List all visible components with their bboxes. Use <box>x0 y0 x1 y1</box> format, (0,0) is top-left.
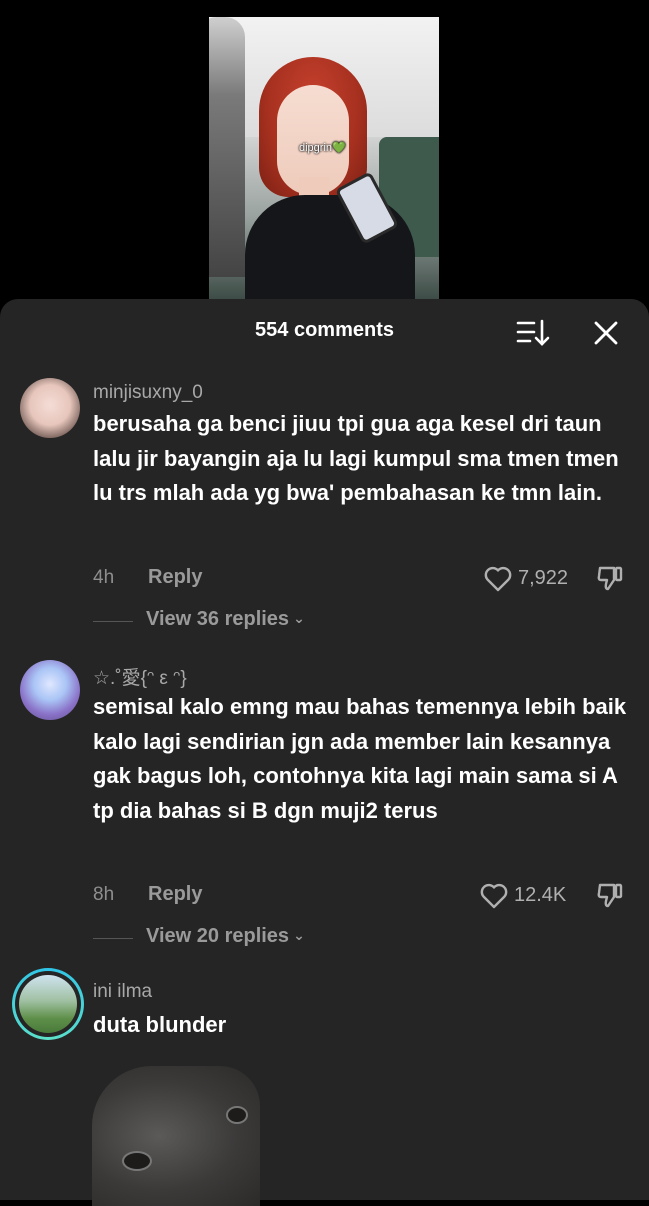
avatar[interactable] <box>20 378 80 438</box>
comments-count-title: 554 comments <box>255 319 394 341</box>
comment-text: berusaha ga benci jiuu tpi gua aga kesel… <box>93 411 619 505</box>
video-thumbnail[interactable]: dipgrin💚 <box>209 17 439 301</box>
like-count: 7,922 <box>518 567 569 589</box>
chevron-down-icon: ⌄ <box>293 927 305 943</box>
close-icon[interactable] <box>592 319 620 347</box>
video-caption: dipgrin💚 <box>299 142 346 154</box>
avatar <box>19 975 77 1033</box>
comment-text: semisal kalo emng mau bahas temennya leb… <box>93 694 627 823</box>
comments-sheet: 554 comments minjisuxny_0 berusaha ga be… <box>0 299 649 1206</box>
avatar-story-ring[interactable] <box>12 968 84 1040</box>
heart-icon[interactable] <box>484 566 512 592</box>
reply-button[interactable]: Reply <box>148 883 202 906</box>
comment-username[interactable]: minjisuxny_0 <box>93 382 203 404</box>
view-replies-button[interactable]: View 36 replies ⌄ <box>146 608 305 631</box>
divider <box>93 621 133 622</box>
chevron-down-icon: ⌄ <box>293 610 305 626</box>
avatar[interactable] <box>20 660 80 720</box>
like-count: 12.4K <box>514 884 567 906</box>
sticker-eye <box>226 1106 248 1124</box>
sticker-image <box>92 1066 260 1206</box>
comment-text: duta blunder <box>93 1012 227 1037</box>
comment-username[interactable]: ☆.˚愛{ᵔ ε ᵔ} <box>93 663 187 690</box>
view-replies-button[interactable]: View 20 replies ⌄ <box>146 925 305 948</box>
dislike-icon[interactable] <box>596 881 624 909</box>
view-replies-label: View 20 replies <box>146 925 290 947</box>
comment-time: 4h <box>93 567 115 588</box>
sort-icon[interactable] <box>516 318 550 348</box>
comment-time: 8h <box>93 884 115 905</box>
dislike-icon[interactable] <box>596 564 624 592</box>
divider <box>93 938 133 939</box>
reply-button[interactable]: Reply <box>148 566 202 589</box>
comment-username[interactable]: ini ilma <box>93 981 152 1003</box>
video-person-background <box>209 17 245 277</box>
view-replies-label: View 36 replies <box>146 608 290 630</box>
heart-icon[interactable] <box>480 883 508 909</box>
sticker-eye <box>122 1151 152 1171</box>
